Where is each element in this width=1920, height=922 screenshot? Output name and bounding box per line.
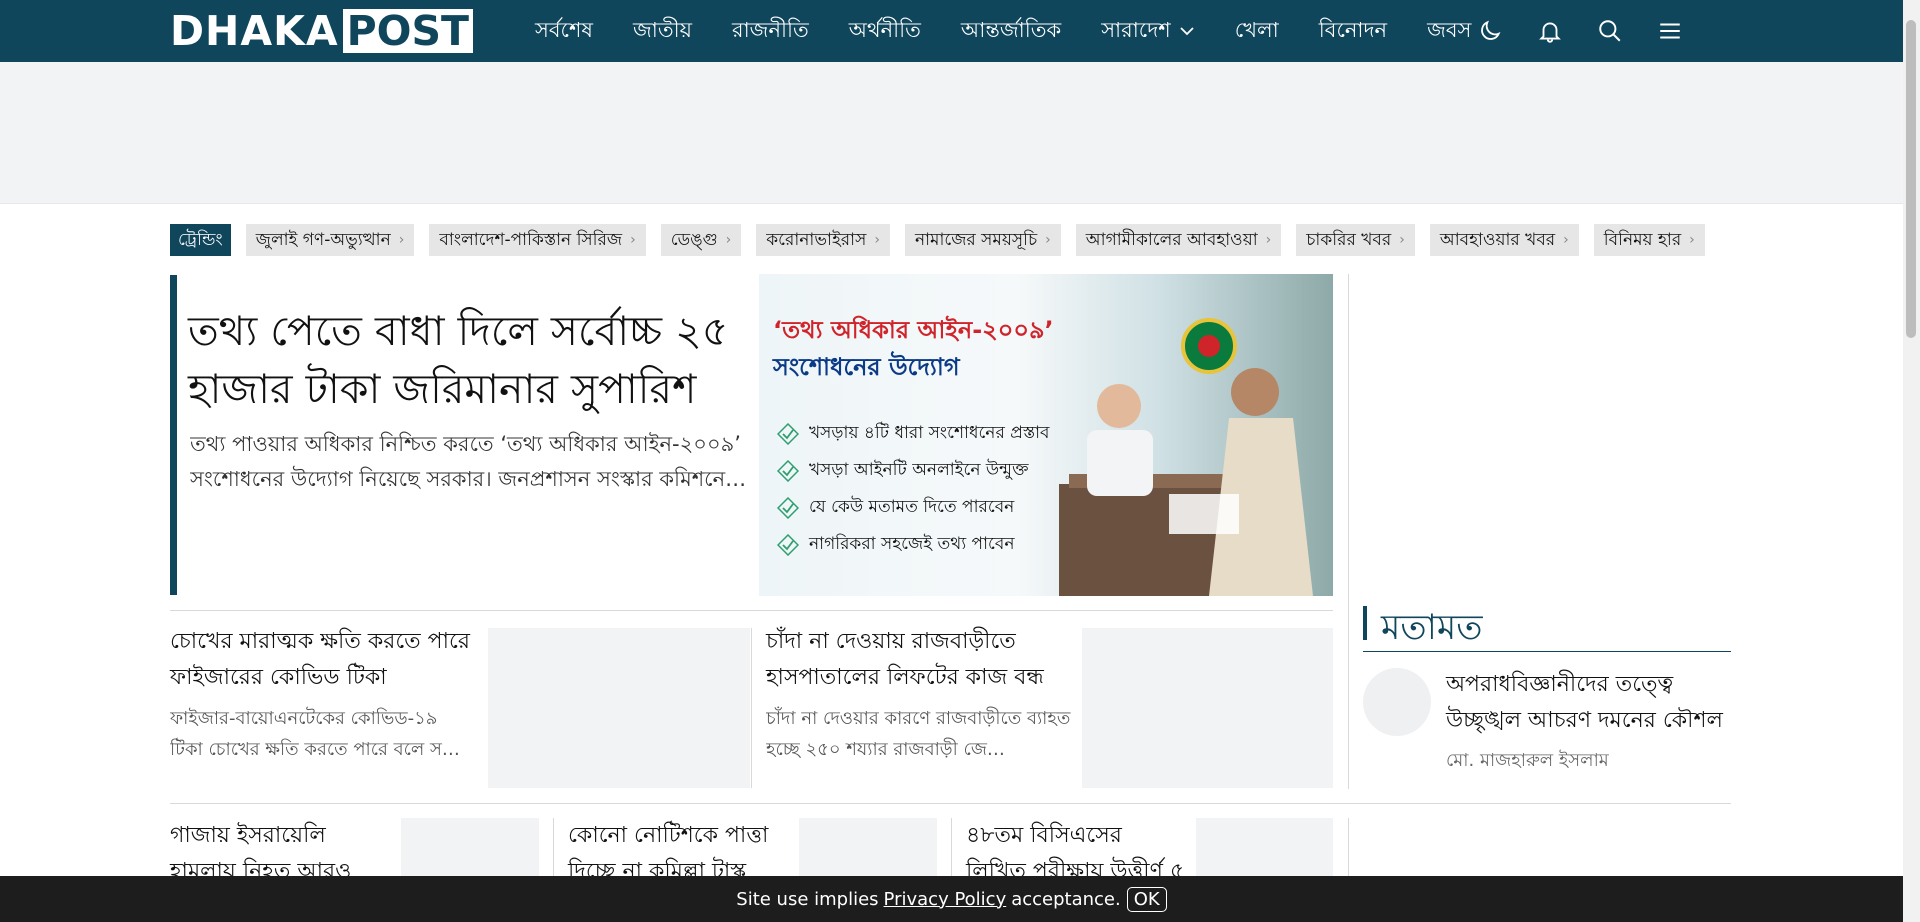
search-icon[interactable] bbox=[1595, 16, 1625, 46]
logo-text-right: POST bbox=[342, 9, 473, 53]
logo-text-left: DHAKA bbox=[170, 7, 339, 55]
check-diamond-icon bbox=[777, 534, 799, 556]
nav-item-international[interactable]: আন্তর্জাতিক bbox=[961, 14, 1061, 49]
story-thumbnail[interactable] bbox=[1082, 628, 1333, 788]
story-headline[interactable]: চাঁদা না দেওয়ায় রাজবাড়ীতে হাসপাতালের … bbox=[766, 624, 1066, 696]
check-diamond-icon bbox=[777, 460, 799, 482]
column-divider bbox=[553, 818, 554, 876]
lead-image-check-item: খসড়া আইনটি অনলাইনে উন্মুক্ত bbox=[777, 457, 1029, 485]
photo-illustration bbox=[1059, 368, 1313, 596]
column-divider bbox=[1348, 274, 1349, 789]
lead-image-title-line1: ‘তথ্য অধিকার আইন-২০০৯’ bbox=[773, 316, 1054, 344]
lead-image-check-item: যে কেউ মতামত দিতে পারবেন bbox=[777, 494, 1014, 522]
trending-tag[interactable]: আগামীকালের আবহাওয়া › bbox=[1075, 224, 1282, 256]
ad-banner-area bbox=[0, 62, 1903, 204]
trending-tag[interactable]: বিনিময় হার › bbox=[1593, 224, 1705, 256]
nav-item-politics[interactable]: রাজনীতি bbox=[732, 14, 809, 49]
chevron-right-icon: › bbox=[1399, 232, 1405, 248]
opinion-heading-underline bbox=[1363, 651, 1731, 652]
lead-image-check-item: খসড়ায় ৪টি ধারা সংশোধনের প্রস্তাব bbox=[777, 420, 1050, 448]
story-thumbnail[interactable] bbox=[1196, 818, 1333, 876]
trending-tag[interactable]: বাংলাদেশ-পাকিস্তান সিরিজ › bbox=[429, 224, 646, 256]
lead-accent-bar bbox=[170, 275, 177, 595]
trending-tag[interactable]: আবহাওয়ার খবর › bbox=[1429, 224, 1579, 256]
nav-item-jobs[interactable]: জবস bbox=[1427, 14, 1471, 49]
cookie-text: Site use implies bbox=[736, 888, 879, 910]
nav-item-latest[interactable]: সর্বশেষ bbox=[535, 14, 593, 49]
nav-item-country[interactable]: সারাদেশ bbox=[1101, 14, 1195, 49]
nav-item-country-label: সারাদেশ bbox=[1101, 17, 1171, 42]
cookie-text-end: acceptance. bbox=[1011, 888, 1121, 910]
cookie-ok-button[interactable]: OK bbox=[1126, 886, 1167, 912]
nav-item-entertainment[interactable]: বিনোদন bbox=[1319, 14, 1387, 49]
trending-tag[interactable]: জুলাই গণ-অভ্যুত্থান › bbox=[245, 224, 415, 256]
chevron-right-icon: › bbox=[725, 232, 732, 248]
menu-icon[interactable] bbox=[1655, 16, 1685, 46]
chevron-right-icon: › bbox=[1045, 232, 1051, 248]
lead-headline[interactable]: তথ্য পেতে বাধা দিলে সর্বোচ্চ ২৫ হাজার টা… bbox=[188, 302, 748, 418]
chevron-right-icon: › bbox=[1265, 232, 1272, 248]
chevron-down-icon bbox=[1180, 27, 1194, 36]
chevron-right-icon: › bbox=[398, 232, 405, 248]
story-thumbnail[interactable] bbox=[799, 818, 937, 876]
trending-tag[interactable]: ডেঙ্গু › bbox=[660, 224, 742, 256]
privacy-policy-link[interactable]: Privacy Policy bbox=[884, 889, 1007, 910]
check-diamond-icon bbox=[777, 497, 799, 519]
header-tools bbox=[1475, 0, 1685, 62]
nav-item-economy[interactable]: অর্থনীতি bbox=[849, 14, 921, 49]
lead-image-check-item: নাগরিকরা সহজেই তথ্য পাবেন bbox=[777, 531, 1014, 559]
chevron-right-icon: › bbox=[1689, 232, 1695, 248]
trending-tag[interactable]: নামাজের সময়সূচি › bbox=[904, 224, 1061, 256]
main-nav: সর্বশেষ জাতীয় রাজনীতি অর্থনীতি আন্তর্জা… bbox=[515, 0, 1491, 62]
check-diamond-icon bbox=[777, 423, 799, 445]
column-divider bbox=[1348, 818, 1349, 876]
chevron-right-icon: › bbox=[1563, 232, 1569, 248]
trending-bar: ট্রেন্ডিং জুলাই গণ-অভ্যুত্থান › বাংলাদেশ-… bbox=[170, 224, 1705, 256]
cookie-consent-bar: Site use implies Privacy Policy acceptan… bbox=[0, 876, 1903, 922]
dhakapost-logo[interactable]: DHAKA POST bbox=[170, 9, 473, 53]
story-headline[interactable]: চোখের মারাত্মক ক্ষতি করতে পারে ফাইজারের … bbox=[170, 624, 480, 696]
chevron-right-icon: › bbox=[874, 232, 880, 248]
lead-image-title-line2: সংশোধনের উদ্যোগ bbox=[773, 353, 960, 381]
trending-label: ট্রেন্ডিং bbox=[170, 224, 231, 256]
column-divider bbox=[751, 628, 752, 788]
scrollbar-thumb[interactable] bbox=[1906, 20, 1916, 338]
nav-item-national[interactable]: জাতীয় bbox=[633, 14, 692, 49]
story-thumbnail[interactable] bbox=[401, 818, 539, 876]
opinion-headline[interactable]: অপরাধবিজ্ঞানীদের তত্ত্বে উচ্ছৃঙ্খল আচরণ … bbox=[1446, 667, 1736, 739]
author-avatar[interactable] bbox=[1363, 668, 1431, 736]
top-navigation-bar: DHAKA POST সর্বশেষ জাতীয় রাজনীতি অর্থনী… bbox=[0, 0, 1903, 62]
opinion-accent-bar bbox=[1363, 606, 1367, 640]
trending-tag[interactable]: করোনাভাইরাস › bbox=[756, 224, 890, 256]
story-summary: ফাইজার-বায়োএনটেকের কোভিড-১৯ টিকা চোখের … bbox=[170, 708, 460, 760]
moon-icon[interactable] bbox=[1475, 16, 1505, 46]
section-divider bbox=[170, 610, 1333, 611]
chevron-right-icon: › bbox=[630, 232, 636, 248]
story-thumbnail[interactable] bbox=[488, 628, 750, 788]
opinion-author[interactable]: মো. মাজহারুল ইসলাম bbox=[1446, 746, 1609, 777]
lead-image[interactable]: ‘তথ্য অধিকার আইন-২০০৯’ সংশোধনের উদ্যোগ খ… bbox=[759, 274, 1333, 596]
trending-tag[interactable]: চাকরির খবর › bbox=[1296, 224, 1415, 256]
lead-summary: তথ্য পাওয়ার অধিকার নিশ্চিত করতে ‘তথ্য অ… bbox=[190, 432, 747, 491]
section-divider bbox=[170, 803, 1731, 804]
bell-icon[interactable] bbox=[1535, 16, 1565, 46]
story-summary: চাঁদা না দেওয়ার কারণে রাজবাড়ীতে ব্যাহত… bbox=[766, 708, 1071, 760]
column-divider bbox=[951, 818, 952, 876]
nav-item-sports[interactable]: খেলা bbox=[1235, 14, 1279, 49]
